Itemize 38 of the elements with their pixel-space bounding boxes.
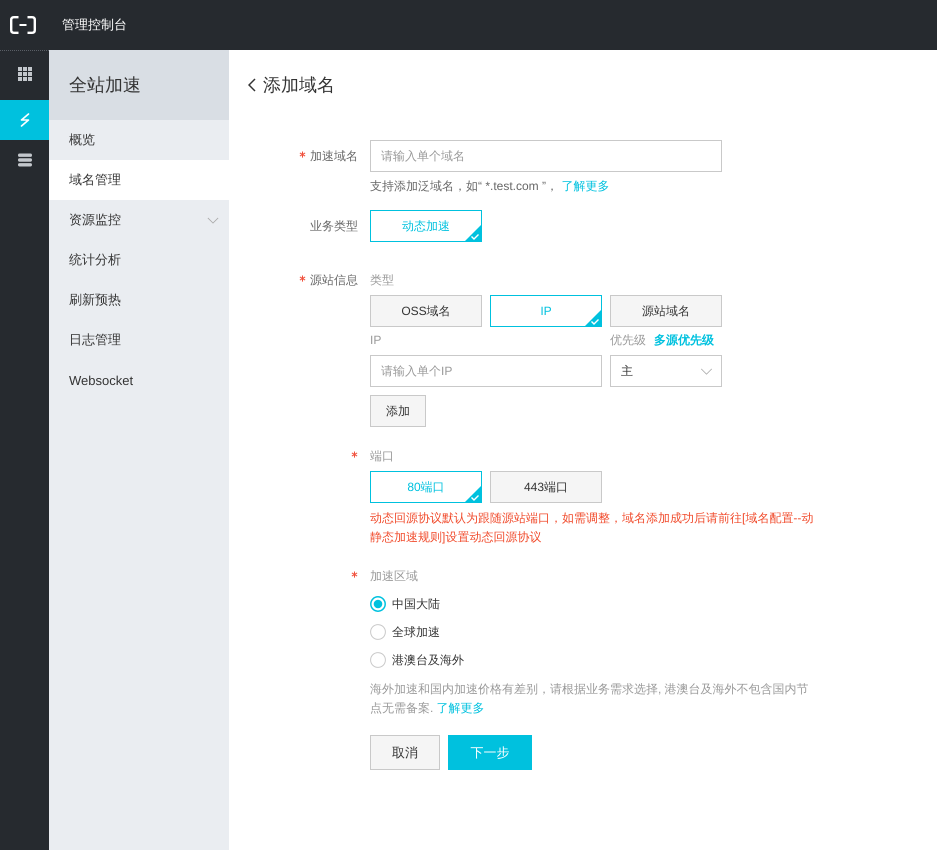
option-button[interactable]: OSS域名	[370, 295, 482, 327]
radio-icon[interactable]	[370, 652, 386, 668]
option-button[interactable]: 443端口	[490, 471, 602, 503]
hint-text: 支持添加泛域名，如“ *.test.com ”， 了解更多	[370, 178, 610, 195]
sidebar-title: 全站加速	[69, 74, 141, 97]
server-icon	[18, 153, 32, 167]
back-icon[interactable]	[248, 78, 256, 92]
corner-check-icon	[585, 310, 601, 326]
logo-icon	[10, 16, 36, 34]
field-label: 加速域名	[310, 148, 358, 164]
field-label: 业务类型	[310, 218, 358, 234]
add-button[interactable]: 添加	[370, 395, 426, 427]
field-label: 加速区域	[370, 568, 418, 584]
chevron-down-icon	[207, 216, 219, 224]
domain-input-field[interactable]: 请输入单个域名	[370, 140, 722, 172]
note-text: 海外加速和国内加速价格有差别，请根据业务需求选择, 港澳台及海外不包含国内节点无需备案. 了解更多	[370, 681, 810, 717]
corner-check-icon	[465, 225, 481, 241]
page-title: 添加域名	[263, 74, 335, 97]
region-radio-option[interactable]: 中国大陆	[370, 590, 464, 618]
field-label: IP	[370, 332, 382, 348]
field-label: 优先级	[610, 332, 646, 348]
sidebar-item[interactable]: 域名管理	[49, 160, 229, 200]
field-label: 源站信息	[310, 272, 358, 288]
console-title: 管理控制台	[62, 16, 127, 34]
chevron-down-icon	[700, 368, 713, 374]
warning-text: 动态回源协议默认为跟随源站端口，如需调整，域名添加成功后请前往[域名配置--动静态加速规则]设置动态回源协议	[370, 510, 814, 546]
field-label: 端口	[370, 448, 394, 464]
region-radio-option[interactable]: 港澳台及海外	[370, 646, 464, 674]
radio-icon[interactable]	[370, 624, 386, 640]
priority-select[interactable]: 主	[610, 355, 722, 387]
corner-check-icon	[465, 486, 481, 502]
cancel-button[interactable]: 取消	[370, 735, 440, 770]
grid-icon	[18, 67, 32, 81]
ip-input-field[interactable]: 请输入单个IP	[370, 355, 602, 387]
option-button[interactable]: 源站域名	[610, 295, 722, 327]
field-label: 类型	[370, 272, 394, 288]
region-radio-option[interactable]: 全球加速	[370, 618, 464, 646]
radio-selected-icon[interactable]	[370, 596, 386, 612]
